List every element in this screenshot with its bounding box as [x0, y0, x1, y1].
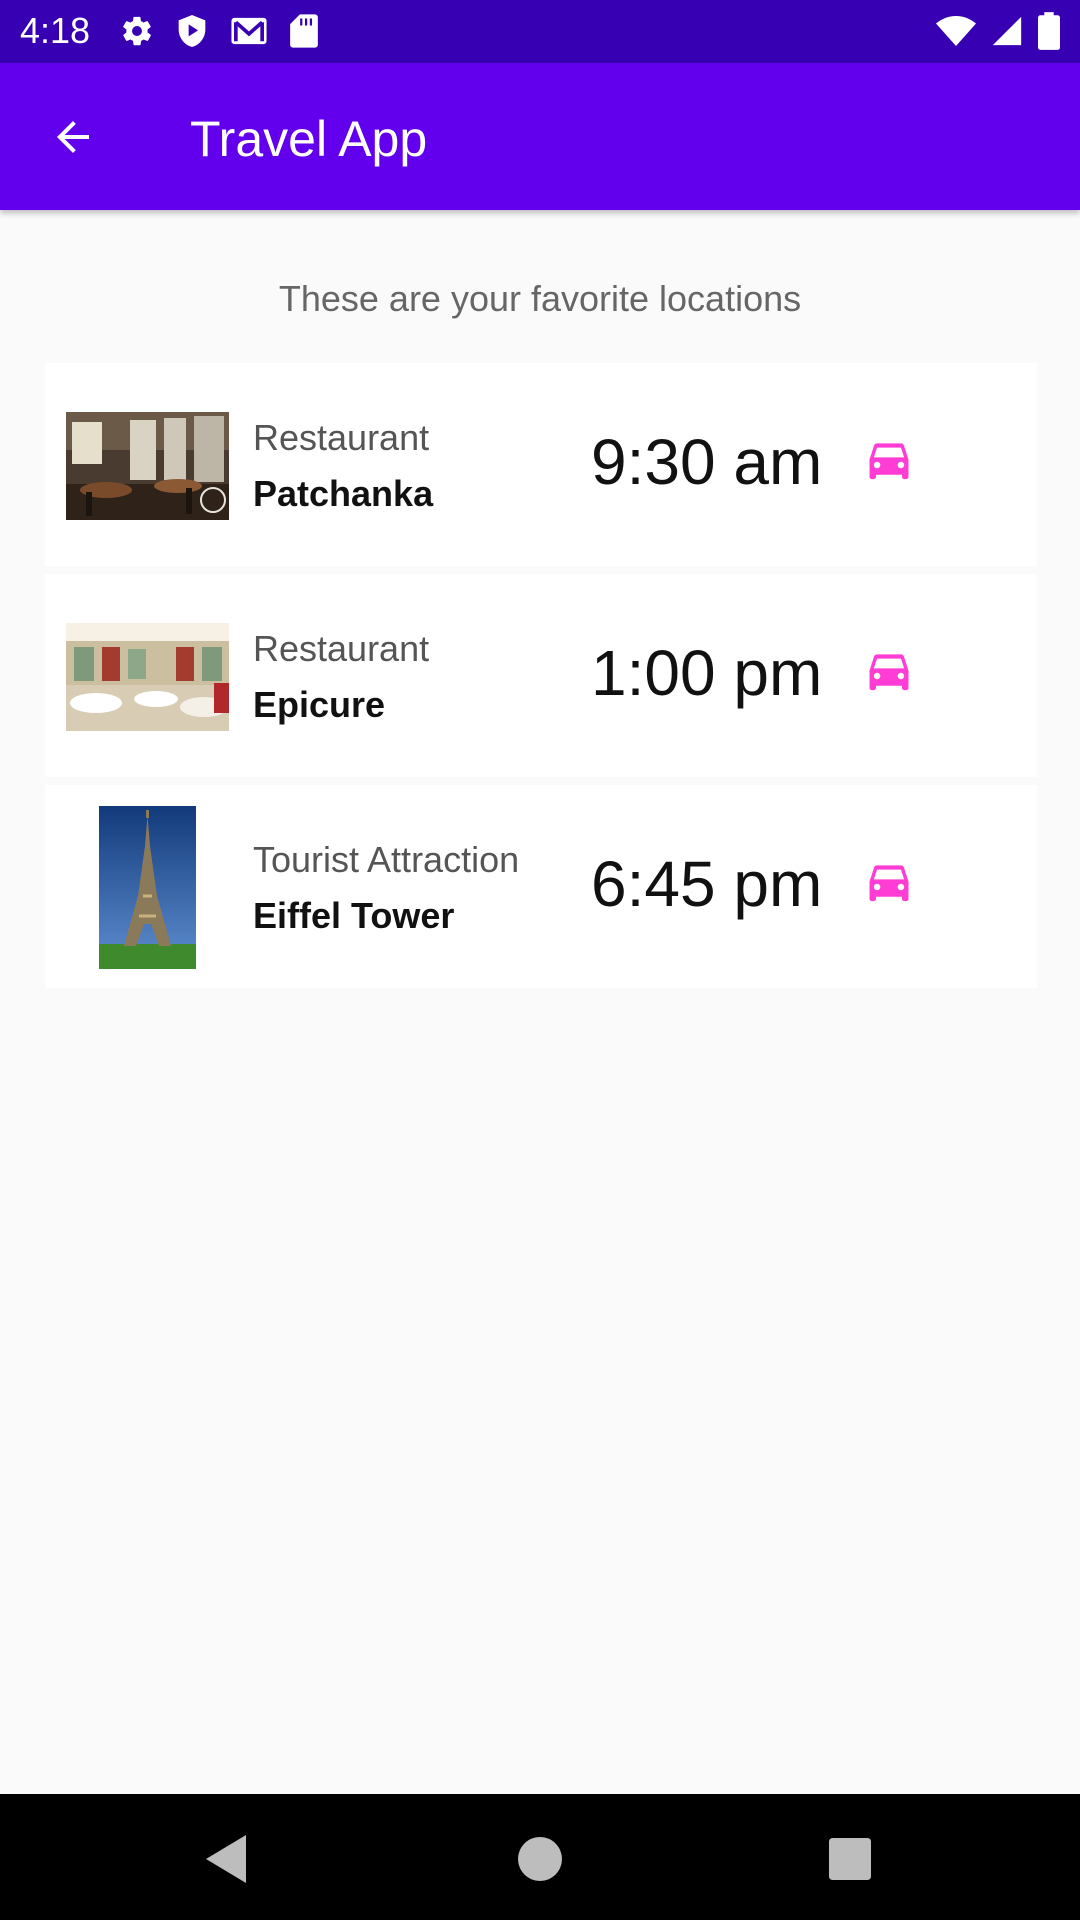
- favorites-subtitle: These are your favorite locations: [278, 278, 802, 319]
- car-icon: [869, 443, 909, 480]
- directions-button[interactable]: [857, 433, 921, 497]
- status-bar: 4:18: [0, 0, 1080, 63]
- page-title: Travel App: [190, 111, 428, 167]
- sd-card-icon: [290, 13, 318, 49]
- location-photo: [99, 806, 196, 969]
- list-item[interactable]: Restaurant Patchanka 9:30 am: [45, 363, 1037, 566]
- list-item[interactable]: Tourist Attraction Eiffel Tower 6:45 pm: [45, 785, 1037, 988]
- system-nav-bar: [0, 1794, 1080, 1920]
- directions-button[interactable]: [857, 855, 921, 919]
- signal-icon: [990, 14, 1024, 48]
- recents-square-icon: [829, 1838, 871, 1880]
- nav-back-button[interactable]: [196, 1829, 256, 1889]
- location-name: Epicure: [253, 684, 386, 725]
- status-time: 4:18: [20, 10, 91, 51]
- app-bar: Travel App: [0, 63, 1080, 210]
- settings-icon: [120, 13, 154, 49]
- arrow-back-icon: [57, 121, 89, 153]
- status-notification-icons: [120, 13, 318, 49]
- battery-icon: [1038, 12, 1060, 50]
- visit-time: 1:00 pm: [591, 637, 823, 709]
- back-button[interactable]: [40, 107, 106, 167]
- directions-button[interactable]: [857, 644, 921, 708]
- status-system-icons: [936, 12, 1060, 50]
- location-name: Patchanka: [253, 473, 434, 514]
- car-icon: [869, 654, 909, 691]
- list-item[interactable]: Restaurant Epicure 1:00 pm: [45, 574, 1037, 777]
- play-protect-icon: [176, 13, 208, 49]
- wifi-icon: [936, 15, 976, 47]
- car-icon: [869, 865, 909, 902]
- location-name: Eiffel Tower: [253, 895, 455, 936]
- location-category: Restaurant: [253, 417, 430, 458]
- visit-time: 9:30 am: [591, 426, 823, 498]
- nav-home-button[interactable]: [510, 1829, 570, 1889]
- location-category: Restaurant: [253, 628, 430, 669]
- location-photo: [66, 623, 229, 731]
- visit-time: 6:45 pm: [591, 848, 823, 920]
- back-triangle-icon: [206, 1835, 246, 1883]
- nav-recents-button[interactable]: [820, 1829, 880, 1889]
- location-category: Tourist Attraction: [253, 839, 520, 880]
- gmail-icon: [230, 13, 268, 49]
- home-circle-icon: [518, 1837, 562, 1881]
- location-photo: [66, 412, 229, 520]
